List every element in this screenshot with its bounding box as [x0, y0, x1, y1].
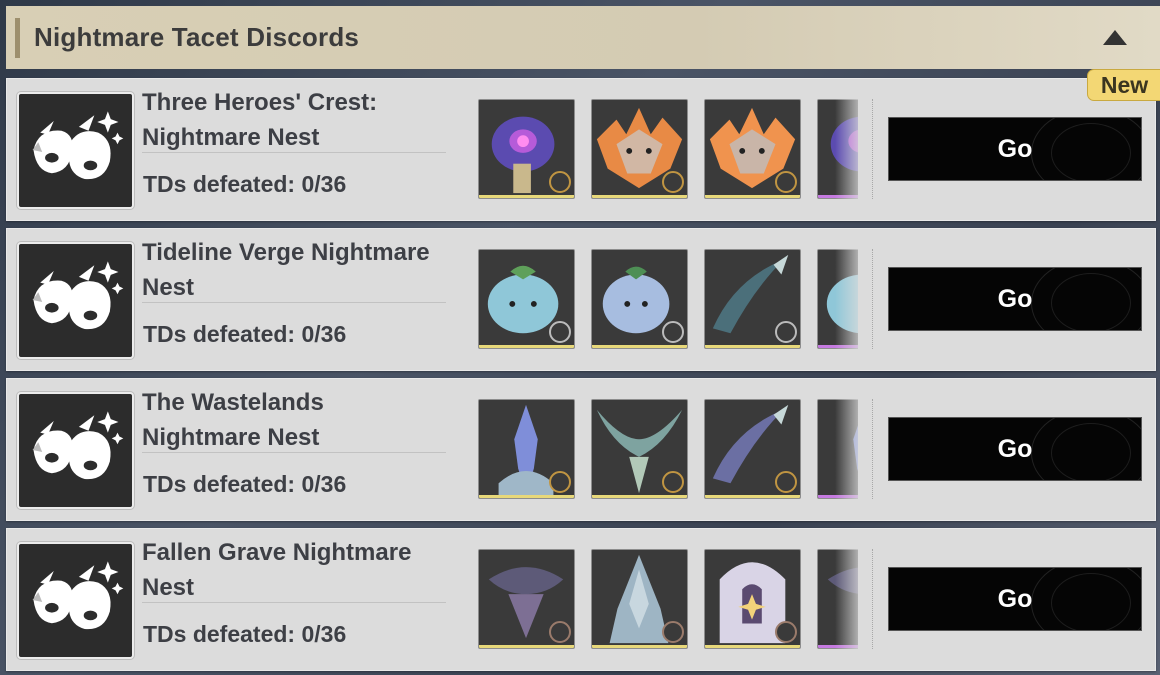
defeated-count: TDs defeated: 0/36	[143, 471, 347, 497]
nest-title: Tideline Verge Nightmare Nest	[142, 239, 430, 301]
spectro-element-icon	[775, 471, 797, 493]
header-accent-bar	[15, 18, 20, 58]
scroll-indicator	[872, 399, 876, 499]
go-button-label: Go	[997, 584, 1033, 613]
fusion-element-icon	[775, 171, 797, 193]
go-button-label: Go	[997, 284, 1033, 313]
row-divider	[142, 152, 446, 153]
fusion-element-icon	[549, 171, 571, 193]
section-title: Nightmare Tacet Discords	[34, 22, 360, 52]
enemy-thumb[interactable]	[478, 249, 575, 349]
enemy-thumb[interactable]	[478, 549, 575, 649]
nest-row: Three Heroes' Crest: Nightmare Nest TDs …	[6, 78, 1156, 221]
row-divider	[142, 602, 446, 603]
nest-row: Fallen Grave Nightmare Nest TDs defeated…	[6, 528, 1156, 671]
go-button[interactable]: Go	[888, 417, 1142, 481]
fusion-element-icon	[662, 171, 684, 193]
rarity-bar	[479, 195, 574, 198]
scroll-indicator	[872, 549, 876, 649]
havoc-element-icon	[549, 621, 571, 643]
go-button-label: Go	[997, 434, 1033, 463]
rarity-bar	[705, 645, 800, 648]
scroll-indicator	[872, 99, 876, 199]
enemy-thumbnails	[478, 99, 858, 199]
new-badge: New	[1087, 69, 1160, 101]
enemy-thumb[interactable]	[591, 99, 688, 199]
enemy-thumb[interactable]	[478, 99, 575, 199]
button-decoration	[1051, 423, 1131, 480]
thumb-fade	[835, 99, 858, 199]
defeated-count: TDs defeated: 0/36	[143, 621, 347, 647]
defeated-count: TDs defeated: 0/36	[143, 171, 347, 197]
aero-element-icon	[775, 321, 797, 343]
row-divider	[142, 302, 446, 303]
rarity-bar	[705, 195, 800, 198]
button-decoration	[1051, 273, 1131, 330]
enemy-thumbnails	[478, 399, 858, 499]
rarity-bar	[479, 345, 574, 348]
enemy-thumb[interactable]	[704, 99, 801, 199]
aero-element-icon	[662, 321, 684, 343]
rarity-bar	[479, 645, 574, 648]
thumb-fade	[835, 549, 858, 649]
aero-element-icon	[549, 321, 571, 343]
section-header[interactable]: Nightmare Tacet Discords	[6, 6, 1160, 69]
go-button[interactable]: Go	[888, 567, 1142, 631]
havoc-element-icon	[662, 621, 684, 643]
enemy-thumb[interactable]	[591, 399, 688, 499]
rarity-bar	[479, 495, 574, 498]
go-button[interactable]: Go	[888, 117, 1142, 181]
rarity-bar	[705, 345, 800, 348]
nest-row: The Wastelands Nightmare Nest TDs defeat…	[6, 378, 1156, 521]
collapse-arrow-icon[interactable]	[1103, 30, 1127, 45]
rarity-bar	[592, 345, 687, 348]
enemy-thumb[interactable]	[704, 399, 801, 499]
go-button[interactable]: Go	[888, 267, 1142, 331]
enemy-thumb[interactable]	[704, 549, 801, 649]
nest-row: Tideline Verge Nightmare Nest TDs defeat…	[6, 228, 1156, 371]
spectro-element-icon	[549, 471, 571, 493]
rarity-bar	[592, 195, 687, 198]
enemy-thumb[interactable]	[591, 549, 688, 649]
rarity-bar	[592, 495, 687, 498]
row-divider	[142, 452, 446, 453]
go-button-label: Go	[997, 134, 1033, 163]
spectro-element-icon	[662, 471, 684, 493]
enemy-thumbnails	[478, 549, 858, 649]
button-decoration	[1051, 123, 1131, 180]
rarity-bar	[592, 645, 687, 648]
tacet-discord-icon	[17, 542, 134, 659]
defeated-count: TDs defeated: 0/36	[143, 321, 347, 347]
rarity-bar	[705, 495, 800, 498]
enemy-thumb[interactable]	[478, 399, 575, 499]
thumb-fade	[835, 249, 858, 349]
enemy-thumb[interactable]	[704, 249, 801, 349]
enemy-thumbnails	[478, 249, 858, 349]
tacet-discord-icon	[17, 242, 134, 359]
nest-title: Fallen Grave Nightmare Nest	[142, 539, 412, 601]
tacet-discord-icon	[17, 392, 134, 509]
nest-title: The Wastelands Nightmare Nest	[142, 389, 324, 451]
tacet-discord-icon	[17, 92, 134, 209]
button-decoration	[1051, 573, 1131, 630]
enemy-thumb[interactable]	[591, 249, 688, 349]
nest-title: Three Heroes' Crest: Nightmare Nest	[142, 89, 378, 151]
havoc-element-icon	[775, 621, 797, 643]
scroll-indicator	[872, 249, 876, 349]
thumb-fade	[835, 399, 858, 499]
